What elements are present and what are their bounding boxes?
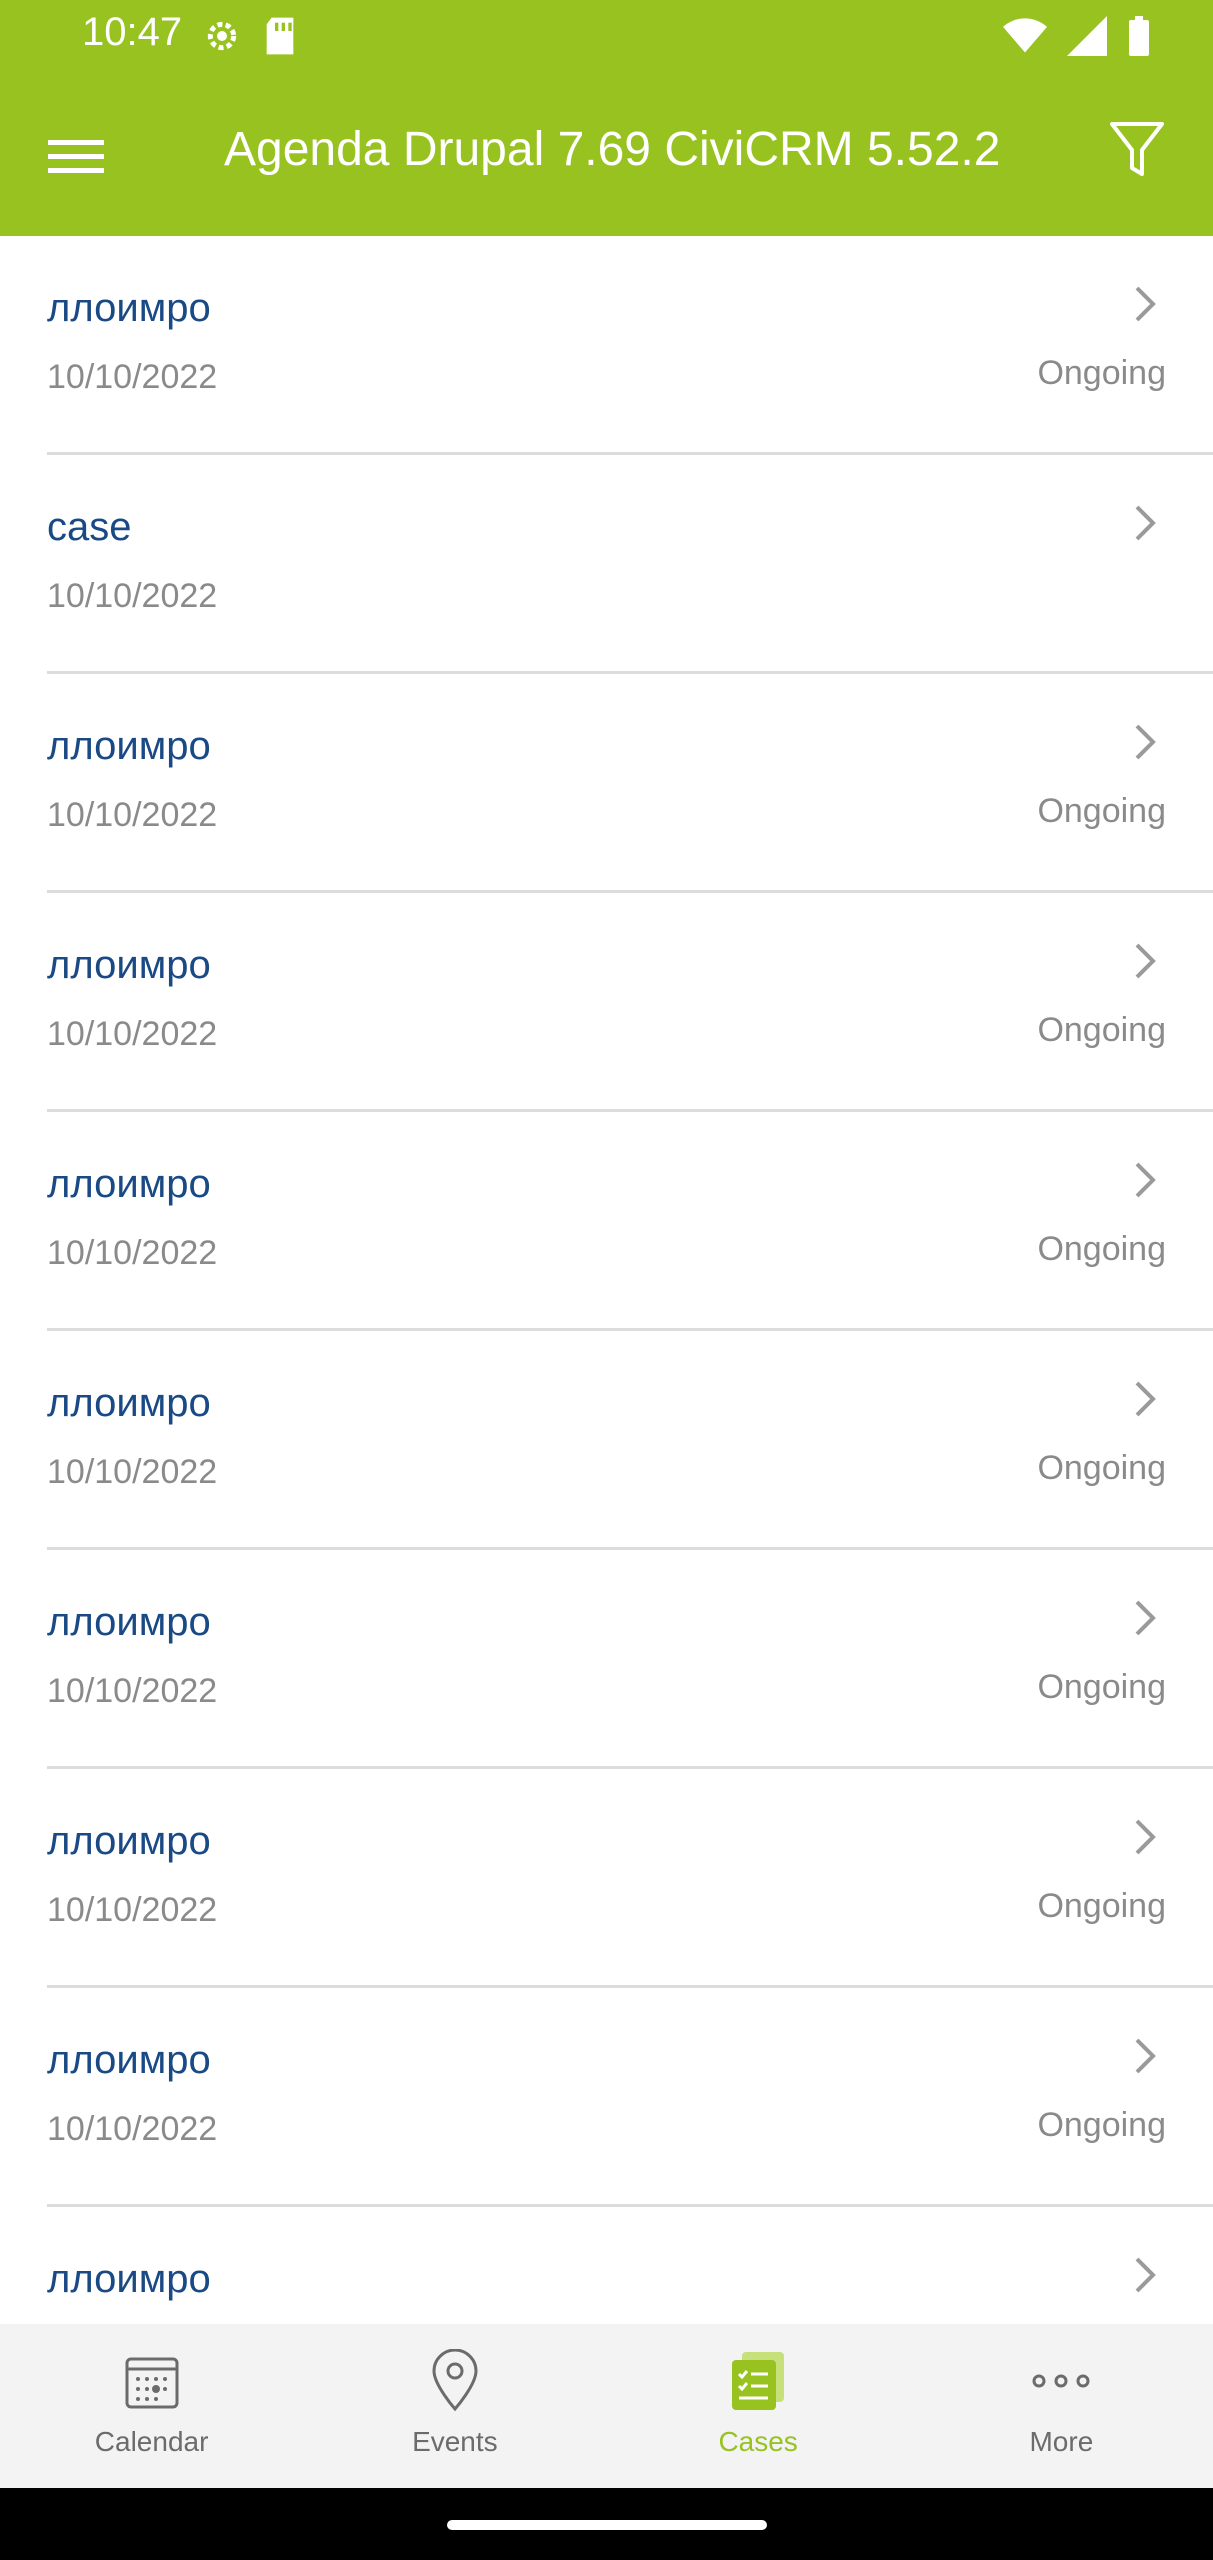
hamburger-menu-icon (48, 136, 104, 181)
more-dots-icon (1028, 2348, 1094, 2414)
case-title: ллоимро (47, 2038, 211, 2082)
case-status: Ongoing (1037, 1449, 1166, 1487)
case-row[interactable]: ллоимро 10/10/2022 Ongoing (0, 1988, 1213, 2207)
chevron-right-icon (1125, 1815, 1165, 1859)
case-status: Ongoing (1037, 354, 1166, 392)
case-date: 10/10/2022 (47, 1891, 218, 1929)
settings-icon (202, 16, 242, 61)
case-title: ллоимро (47, 286, 211, 330)
signal-icon (1067, 16, 1107, 61)
nav-events[interactable]: Events (303, 2324, 606, 2488)
case-list[interactable]: ллоимро 10/10/2022 Ongoing case 10/10/20… (0, 236, 1213, 2324)
nav-more-label: More (1029, 2426, 1094, 2457)
case-status: Ongoing (1037, 2106, 1166, 2144)
case-row[interactable]: ллоимро 10/10/2022 Ongoing (0, 1550, 1213, 1769)
gesture-area (0, 2488, 1213, 2560)
case-date: 10/10/2022 (47, 577, 218, 615)
case-date: 10/10/2022 (47, 1234, 218, 1272)
chevron-right-icon (1125, 939, 1165, 983)
case-title: ллоимро (47, 2257, 211, 2301)
status-right-icons (1003, 16, 1151, 61)
case-title: ллоимро (47, 1162, 211, 1206)
cases-checklist-icon (725, 2348, 791, 2414)
case-row[interactable]: ллоимро 10/10/2022 Ongoing (0, 674, 1213, 893)
chevron-right-icon (1125, 282, 1165, 326)
chevron-right-icon (1125, 1377, 1165, 1421)
case-date: 10/10/2022 (47, 1015, 218, 1053)
case-date: 10/10/2022 (47, 796, 218, 834)
case-date: 10/10/2022 (47, 1672, 218, 1710)
case-title: ллоимро (47, 1381, 211, 1425)
sd-card-icon (262, 16, 298, 61)
status-bar: 10:47 (0, 0, 1213, 72)
case-title: case (47, 505, 132, 549)
app-bar: Agenda Drupal 7.69 CiviCRM 5.52.2 (0, 72, 1213, 236)
chevron-right-icon (1125, 1596, 1165, 1640)
case-date: 10/10/2022 (47, 1453, 218, 1491)
chevron-right-icon (1125, 2034, 1165, 2078)
case-date: 10/10/2022 (47, 2110, 218, 2148)
battery-icon (1127, 16, 1151, 61)
wifi-icon (1003, 16, 1047, 61)
case-date: 10/10/2022 (47, 358, 218, 396)
case-row[interactable]: ллоимро 10/10/2022 Ongoing (0, 1112, 1213, 1331)
location-pin-icon (422, 2348, 488, 2414)
case-status: Ongoing (1037, 1887, 1166, 1925)
chevron-right-icon (1125, 720, 1165, 764)
case-status: Ongoing (1037, 792, 1166, 830)
case-status: Ongoing (1037, 1011, 1166, 1049)
calendar-icon (119, 2348, 185, 2414)
case-row[interactable]: ллоимро 10/10/2022 Ongoing (0, 893, 1213, 1112)
case-row[interactable]: ллоимро 10/10/2022 Ongoing (0, 1769, 1213, 1988)
nav-calendar[interactable]: Calendar (0, 2324, 303, 2488)
case-status: Ongoing (1037, 1230, 1166, 1268)
status-time: 10:47 (82, 10, 183, 54)
case-row[interactable]: ллоимро 10/10/2022 Ongoing (0, 1331, 1213, 1550)
case-title: ллоимро (47, 1819, 211, 1863)
nav-more[interactable]: More (910, 2324, 1213, 2488)
filter-button[interactable] (1097, 112, 1177, 192)
case-title: ллоимро (47, 1600, 211, 1644)
bottom-nav: Calendar Events Cases More (0, 2324, 1213, 2488)
app-title: Agenda Drupal 7.69 CiviCRM 5.52.2 (224, 123, 1001, 176)
case-row[interactable]: ллоимро (0, 2207, 1213, 2324)
case-title: ллоимро (47, 943, 211, 987)
chevron-right-icon (1125, 501, 1165, 545)
status-left-icons (202, 16, 298, 61)
chevron-right-icon (1125, 2253, 1165, 2297)
case-row[interactable]: case 10/10/2022 (0, 455, 1213, 674)
case-status: Ongoing (1037, 1668, 1166, 1706)
case-title: ллоимро (47, 724, 211, 768)
case-row[interactable]: ллоимро 10/10/2022 Ongoing (0, 236, 1213, 455)
chevron-right-icon (1125, 1158, 1165, 1202)
nav-cases-label: Cases (718, 2426, 798, 2457)
filter-icon (1109, 120, 1165, 185)
menu-button[interactable] (36, 118, 116, 198)
nav-events-label: Events (412, 2426, 498, 2457)
nav-cases[interactable]: Cases (607, 2324, 910, 2488)
home-gesture-bar[interactable] (447, 2520, 767, 2530)
nav-calendar-label: Calendar (94, 2426, 209, 2457)
